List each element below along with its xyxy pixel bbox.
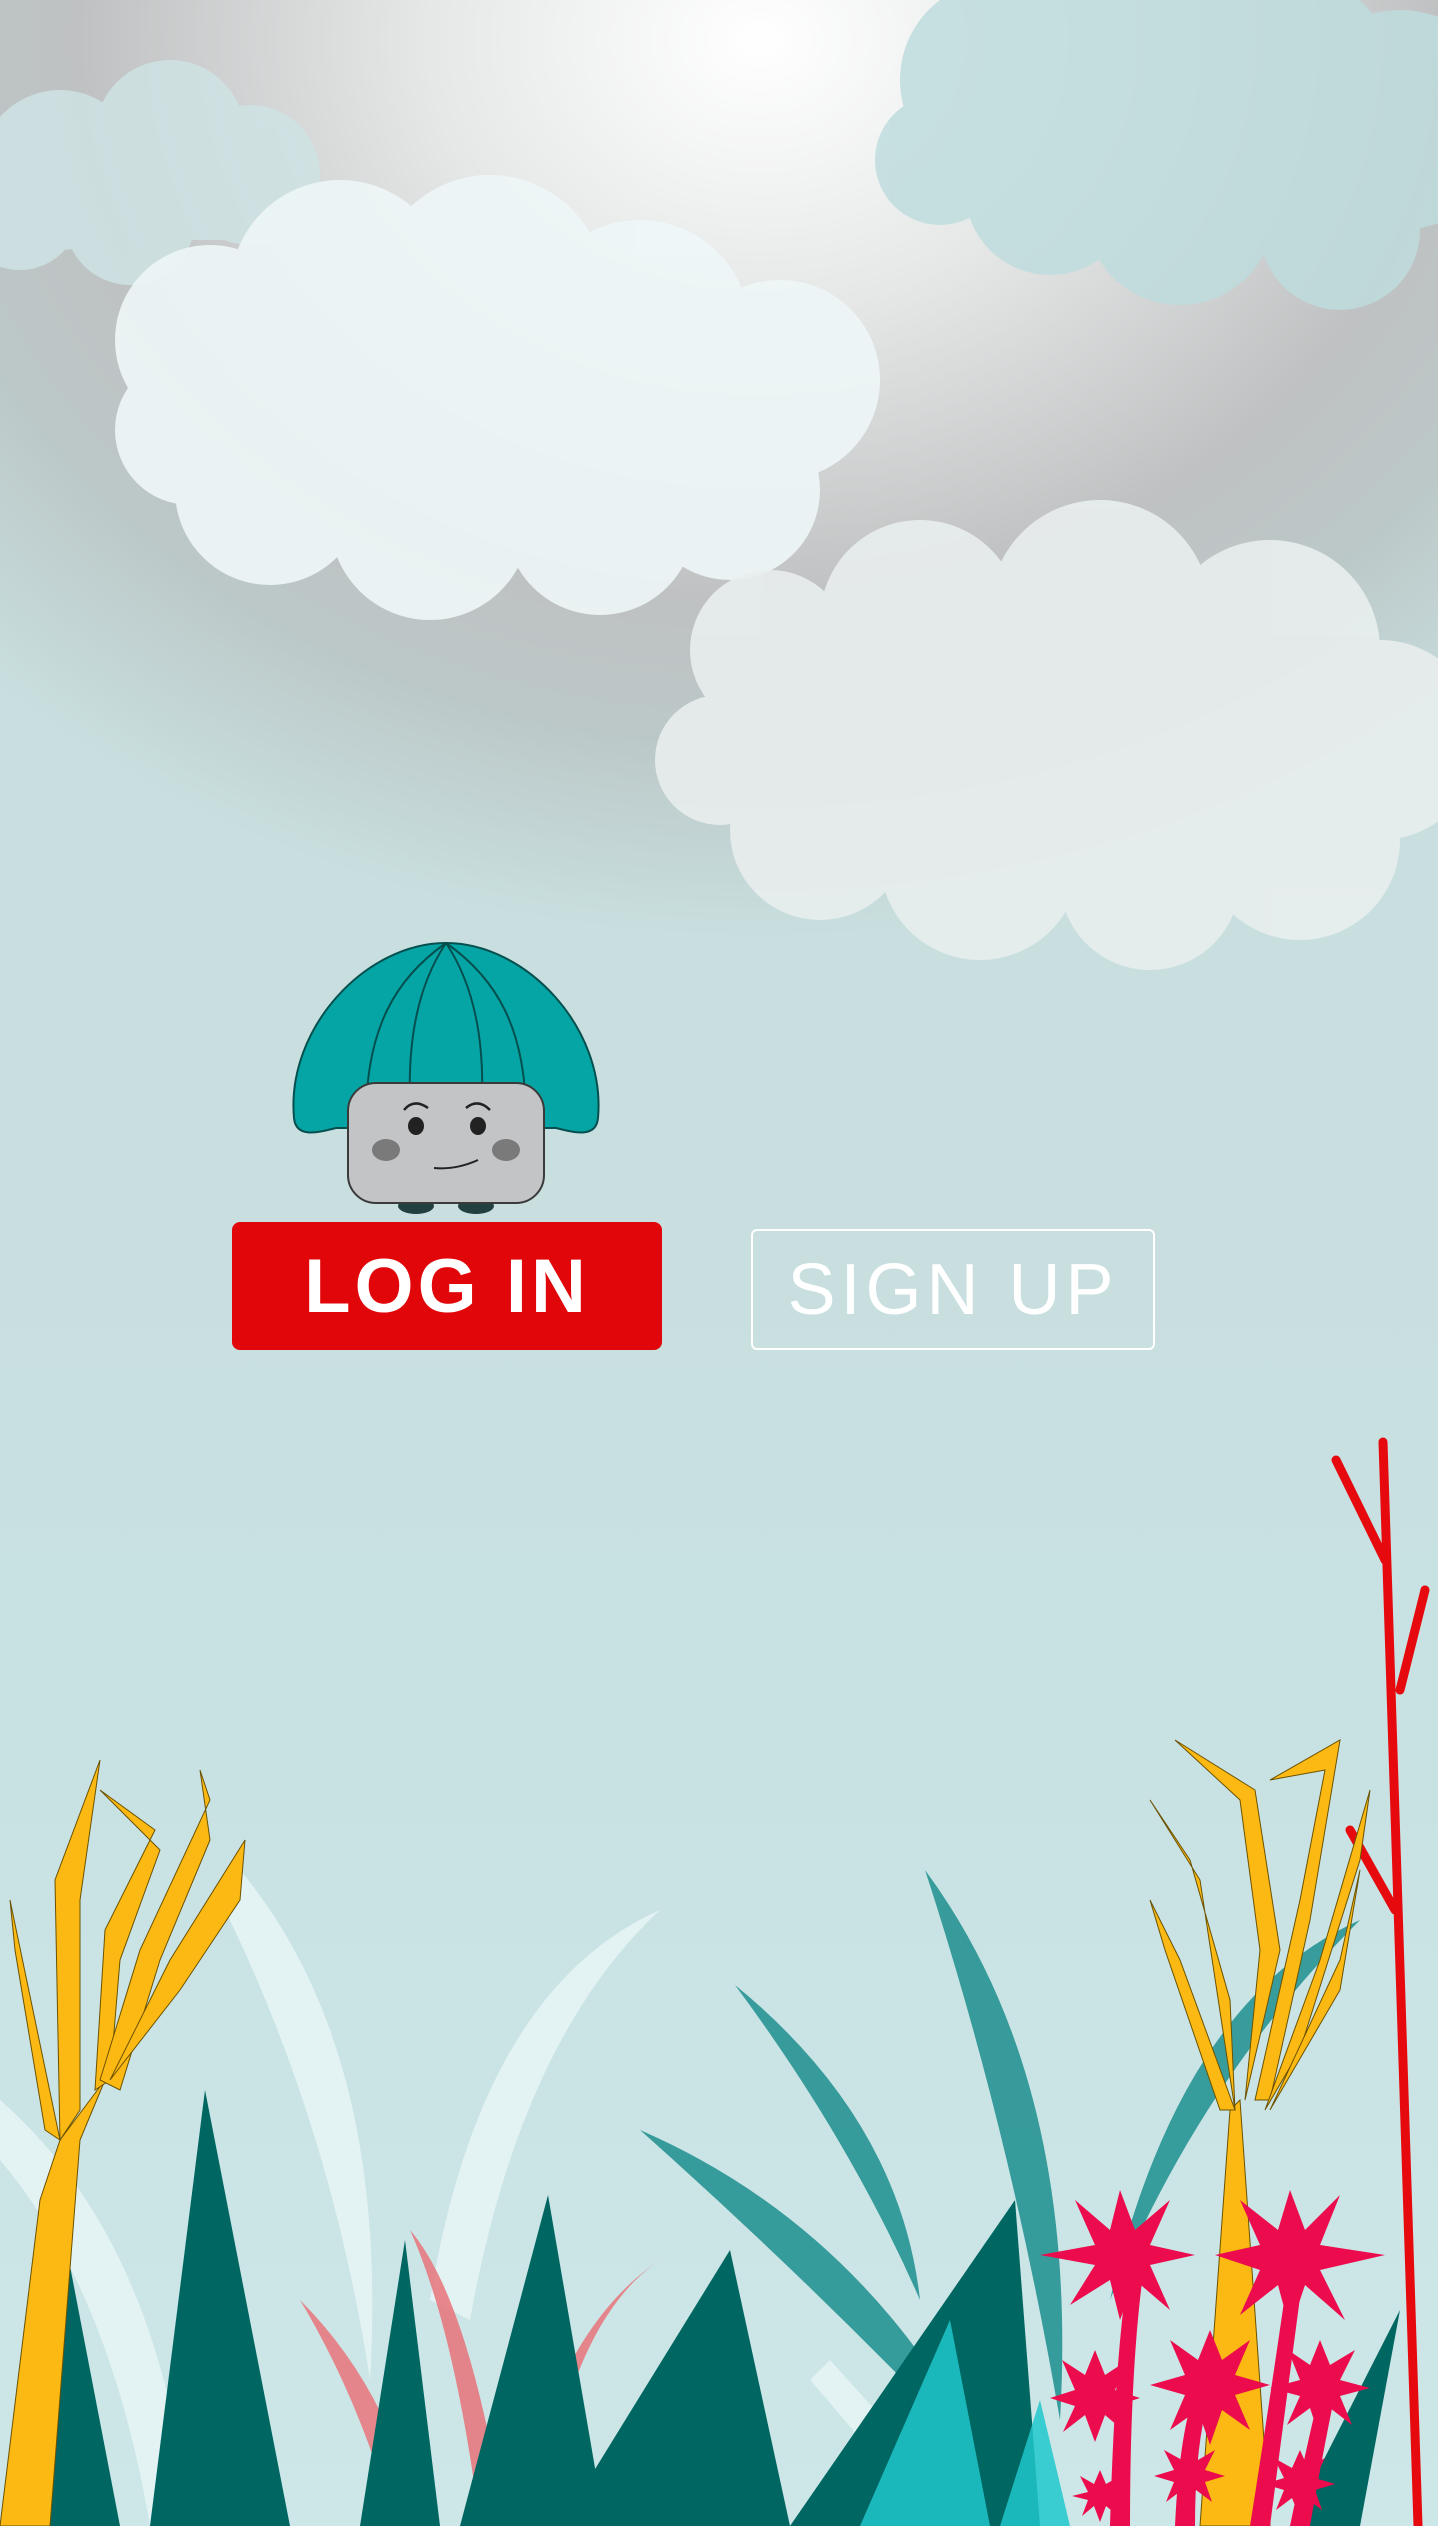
app-screen: LOG IN SIGN UP: [0, 0, 1438, 2526]
signup-button[interactable]: SIGN UP: [751, 1229, 1155, 1350]
background-scene: [0, 0, 1438, 2526]
login-button[interactable]: LOG IN: [232, 1222, 662, 1350]
cloud-icon: [655, 500, 1438, 970]
cloud-icon: [875, 0, 1438, 310]
mushroom-mascot-icon: [292, 941, 600, 1214]
